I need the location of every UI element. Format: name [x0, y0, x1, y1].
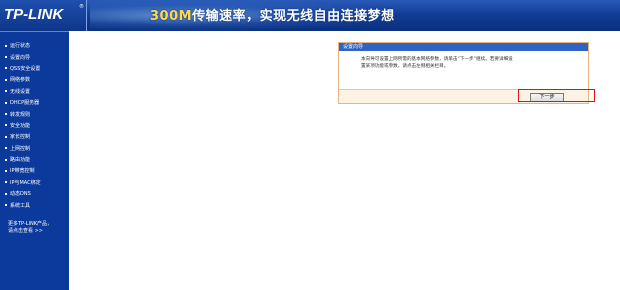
bullet-icon — [5, 135, 7, 138]
wizard-description: 本向导可设置上网所需的基本网络参数，请单击“下一步”继续。若要详细设 置某项功能… — [361, 56, 571, 70]
sidebar-item-label: 上网控制 — [10, 145, 31, 152]
bullet-icon — [5, 113, 7, 116]
sidebar-item-label: 家长控制 — [10, 134, 31, 141]
description-line-1: 本向导可设置上网所需的基本网络参数，请单击“下一步”继续。若要详细设 — [361, 57, 513, 62]
panel-body: 本向导可设置上网所需的基本网络参数，请单击“下一步”继续。若要详细设 置某项功能… — [339, 51, 588, 90]
sidebar-item-qss[interactable]: QSS安全设置 — [0, 63, 69, 74]
promo-line-2: 请点击查看 >> — [8, 228, 43, 234]
bullet-icon — [5, 158, 7, 161]
sidebar: 运行状态 设置向导 QSS安全设置 网络参数 无线设置 DHCP服务器 转发规则… — [0, 31, 69, 290]
panel-title: 设置向导 — [339, 43, 588, 51]
bullet-icon — [5, 169, 7, 172]
sidebar-item-label: 安全功能 — [10, 122, 31, 129]
sidebar-item-security[interactable]: 安全功能 — [0, 120, 69, 131]
sidebar-item-label: QSS安全设置 — [10, 65, 41, 72]
registered-mark: ® — [79, 4, 84, 10]
bullet-icon — [5, 181, 7, 184]
sidebar-menu: 运行状态 设置向导 QSS安全设置 网络参数 无线设置 DHCP服务器 转发规则… — [0, 40, 69, 211]
header-banner: TP-LINK ® 300M传输速率，实现无线自由连接梦想 — [0, 0, 620, 31]
sidebar-item-forwarding[interactable]: 转发规则 — [0, 108, 69, 119]
logo-area: TP-LINK ® — [0, 0, 87, 31]
sidebar-item-label: 设置向导 — [10, 54, 31, 61]
sidebar-item-status[interactable]: 运行状态 — [0, 40, 69, 51]
sidebar-item-label: 无线设置 — [10, 88, 31, 95]
promo-line-1: 更多TP-LINK产品， — [8, 221, 53, 227]
bullet-icon — [5, 192, 7, 195]
sidebar-item-ddns[interactable]: 动态DNS — [0, 188, 69, 199]
sidebar-item-ip-mac[interactable]: IP与MAC绑定 — [0, 177, 69, 188]
bullet-icon — [5, 56, 7, 59]
sidebar-item-system-tools[interactable]: 系统工具 — [0, 199, 69, 210]
sidebar-item-setup-wizard[interactable]: 设置向导 — [0, 51, 69, 62]
tp-link-logo: TP-LINK — [4, 6, 64, 23]
sidebar-item-wireless[interactable]: 无线设置 — [0, 86, 69, 97]
sidebar-item-label: 运行状态 — [10, 43, 31, 50]
sidebar-item-label: 网络参数 — [10, 77, 31, 84]
bullet-icon — [5, 147, 7, 150]
sidebar-item-routing[interactable]: 路由功能 — [0, 154, 69, 165]
sidebar-item-dhcp[interactable]: DHCP服务器 — [0, 97, 69, 108]
sidebar-item-access-control[interactable]: 上网控制 — [0, 143, 69, 154]
description-line-2: 置某项功能或参数，请点击左侧相关栏目。 — [361, 64, 449, 69]
sidebar-item-label: DHCP服务器 — [10, 100, 40, 107]
bullet-icon — [5, 44, 7, 47]
bullet-icon — [5, 204, 7, 207]
bullet-icon — [5, 90, 7, 93]
bullet-icon — [5, 67, 7, 70]
slogan-text: 传输速率，实现无线自由连接梦想 — [192, 9, 395, 24]
next-button-highlight — [518, 89, 595, 102]
sidebar-item-label: 系统工具 — [10, 202, 31, 209]
slogan-highlight: 300M — [150, 9, 193, 24]
sidebar-item-label: IP与MAC绑定 — [10, 179, 41, 186]
sidebar-item-network[interactable]: 网络参数 — [0, 74, 69, 85]
sidebar-item-bandwidth[interactable]: IP带宽控制 — [0, 165, 69, 176]
sidebar-item-label: 路由功能 — [10, 157, 31, 164]
more-products-link[interactable]: 更多TP-LINK产品， 请点击查看 >> — [8, 221, 52, 235]
sidebar-item-parental[interactable]: 家长控制 — [0, 131, 69, 142]
bullet-icon — [5, 78, 7, 81]
sidebar-item-label: IP带宽控制 — [10, 168, 35, 175]
sidebar-item-label: 转发规则 — [10, 111, 31, 118]
bullet-icon — [5, 101, 7, 104]
slogan: 300M传输速率，实现无线自由连接梦想 — [150, 5, 395, 24]
bullet-icon — [5, 124, 7, 127]
sidebar-item-label: 动态DNS — [10, 191, 31, 198]
